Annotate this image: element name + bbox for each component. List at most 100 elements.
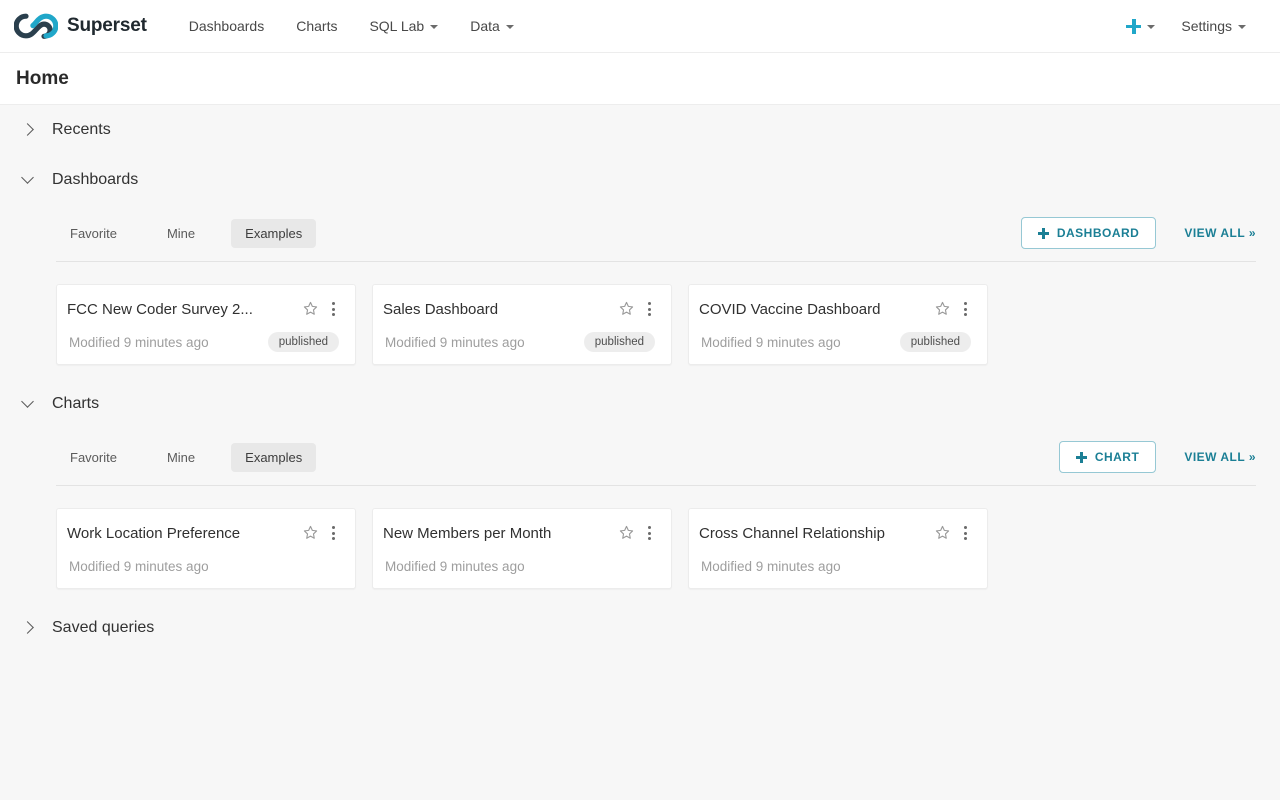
chevron-down-icon [22, 174, 34, 186]
brand-logo-link[interactable]: Superset [14, 13, 147, 39]
star-icon[interactable] [302, 300, 319, 317]
status-badge: published [584, 332, 655, 352]
section-recents: Recents [16, 105, 1264, 155]
section-saved-queries-header[interactable]: Saved queries [16, 603, 1264, 653]
settings-label: Settings [1181, 18, 1232, 34]
section-dashboards: Dashboards Favorite Mine Examples DASHBO… [16, 155, 1264, 365]
star-icon[interactable] [618, 300, 635, 317]
chart-card[interactable]: Work Location Preference Modified 9 minu… [56, 508, 356, 589]
star-icon[interactable] [302, 524, 319, 541]
more-options-icon[interactable] [641, 524, 657, 542]
dashboard-card[interactable]: COVID Vaccine Dashboard Modified 9 minut… [688, 284, 988, 365]
new-item-button[interactable] [1126, 19, 1155, 34]
section-dashboards-label: Dashboards [52, 171, 138, 189]
dashboards-card-grid: FCC New Coder Survey 2... Modified 9 min… [40, 262, 1264, 365]
tab-dashboards-examples[interactable]: Examples [231, 219, 316, 248]
chevron-down-icon [506, 25, 514, 29]
chart-card-title: New Members per Month [383, 523, 612, 544]
section-recents-header[interactable]: Recents [16, 105, 1264, 155]
dashboard-card-title: Sales Dashboard [383, 299, 612, 320]
section-charts: Charts Favorite Mine Examples CHART VIEW… [16, 379, 1264, 589]
charts-tab-actions: CHART VIEW ALL » [1059, 441, 1264, 473]
chart-card[interactable]: Cross Channel Relationship Modified 9 mi… [688, 508, 988, 589]
chart-card-bottom: Modified 9 minutes ago [699, 556, 973, 576]
charts-tabs-row: Favorite Mine Examples CHART VIEW ALL » [40, 429, 1264, 485]
chart-card-modified: Modified 9 minutes ago [69, 559, 209, 574]
section-dashboards-header[interactable]: Dashboards [16, 155, 1264, 205]
dashboard-card-bottom: Modified 9 minutes ago published [67, 332, 341, 352]
plus-icon [1038, 228, 1049, 239]
dashboard-card[interactable]: Sales Dashboard Modified 9 minutes ago p… [372, 284, 672, 365]
nav-link-dashboards-label: Dashboards [189, 0, 265, 53]
new-dashboard-button-label: DASHBOARD [1057, 226, 1140, 240]
superset-infinity-logo-icon [14, 13, 58, 39]
dashboard-card-modified: Modified 9 minutes ago [69, 335, 209, 350]
more-options-icon[interactable] [957, 300, 973, 318]
chart-card-bottom: Modified 9 minutes ago [383, 556, 657, 576]
tab-charts-examples[interactable]: Examples [231, 443, 316, 472]
chart-card-top: Cross Channel Relationship [699, 523, 973, 544]
chevron-down-icon [430, 25, 438, 29]
star-icon[interactable] [934, 524, 951, 541]
chart-card-title: Work Location Preference [67, 523, 296, 544]
more-options-icon[interactable] [641, 300, 657, 318]
dashboards-tab-actions: DASHBOARD VIEW ALL » [1021, 217, 1264, 249]
nav-link-data-label: Data [470, 0, 500, 53]
chevron-down-icon [1238, 25, 1246, 29]
chevron-right-icon [22, 622, 34, 634]
chevron-right-icon [22, 124, 34, 136]
section-charts-body: Favorite Mine Examples CHART VIEW ALL » … [16, 429, 1264, 589]
chart-card-modified: Modified 9 minutes ago [385, 559, 525, 574]
dashboard-card-title: COVID Vaccine Dashboard [699, 299, 928, 320]
nav-link-charts-label: Charts [296, 0, 337, 53]
dashboard-card-bottom: Modified 9 minutes ago published [699, 332, 973, 352]
more-options-icon[interactable] [325, 524, 341, 542]
section-dashboards-body: Favorite Mine Examples DASHBOARD VIEW AL… [16, 205, 1264, 365]
chevron-down-icon [22, 398, 34, 410]
dashboards-tabs-row: Favorite Mine Examples DASHBOARD VIEW AL… [40, 205, 1264, 261]
navbar-right-actions: Settings [1126, 18, 1264, 34]
dashboard-card-title: FCC New Coder Survey 2... [67, 299, 296, 320]
nav-link-sql-lab[interactable]: SQL Lab [353, 0, 454, 53]
page-title: Home [16, 68, 69, 90]
dashboard-card[interactable]: FCC New Coder Survey 2... Modified 9 min… [56, 284, 356, 365]
chart-card-modified: Modified 9 minutes ago [701, 559, 841, 574]
dashboard-card-bottom: Modified 9 minutes ago published [383, 332, 657, 352]
settings-menu[interactable]: Settings [1181, 18, 1246, 34]
nav-link-data[interactable]: Data [454, 0, 530, 53]
more-options-icon[interactable] [325, 300, 341, 318]
status-badge: published [268, 332, 339, 352]
dashboards-view-all-link[interactable]: VIEW ALL » [1184, 226, 1256, 240]
status-badge: published [900, 332, 971, 352]
new-dashboard-button[interactable]: DASHBOARD [1021, 217, 1157, 249]
section-charts-header[interactable]: Charts [16, 379, 1264, 429]
plus-icon [1076, 452, 1087, 463]
section-saved-queries-label: Saved queries [52, 619, 154, 637]
charts-view-all-link[interactable]: VIEW ALL » [1184, 450, 1256, 464]
more-options-icon[interactable] [957, 524, 973, 542]
dashboard-card-modified: Modified 9 minutes ago [701, 335, 841, 350]
nav-links: Dashboards Charts SQL Lab Data [173, 0, 530, 53]
dashboard-card-top: COVID Vaccine Dashboard [699, 299, 973, 320]
chart-card-top: New Members per Month [383, 523, 657, 544]
plus-icon [1126, 19, 1141, 34]
star-icon[interactable] [934, 300, 951, 317]
tab-charts-mine[interactable]: Mine [153, 443, 209, 472]
charts-card-grid: Work Location Preference Modified 9 minu… [40, 486, 1264, 589]
nav-link-dashboards[interactable]: Dashboards [173, 0, 281, 53]
tab-dashboards-mine[interactable]: Mine [153, 219, 209, 248]
dashboard-card-top: Sales Dashboard [383, 299, 657, 320]
star-icon[interactable] [618, 524, 635, 541]
chevron-down-icon [1147, 25, 1155, 29]
new-chart-button[interactable]: CHART [1059, 441, 1157, 473]
tab-charts-favorite[interactable]: Favorite [56, 443, 131, 472]
new-chart-button-label: CHART [1095, 450, 1140, 464]
brand-name: Superset [67, 15, 147, 37]
tab-dashboards-favorite[interactable]: Favorite [56, 219, 131, 248]
main-content: Recents Dashboards Favorite Mine Example… [0, 105, 1280, 653]
nav-link-charts[interactable]: Charts [280, 0, 353, 53]
chart-card-title: Cross Channel Relationship [699, 523, 928, 544]
chart-card[interactable]: New Members per Month Modified 9 minutes… [372, 508, 672, 589]
top-navbar: Superset Dashboards Charts SQL Lab Data … [0, 0, 1280, 53]
section-recents-label: Recents [52, 121, 111, 139]
